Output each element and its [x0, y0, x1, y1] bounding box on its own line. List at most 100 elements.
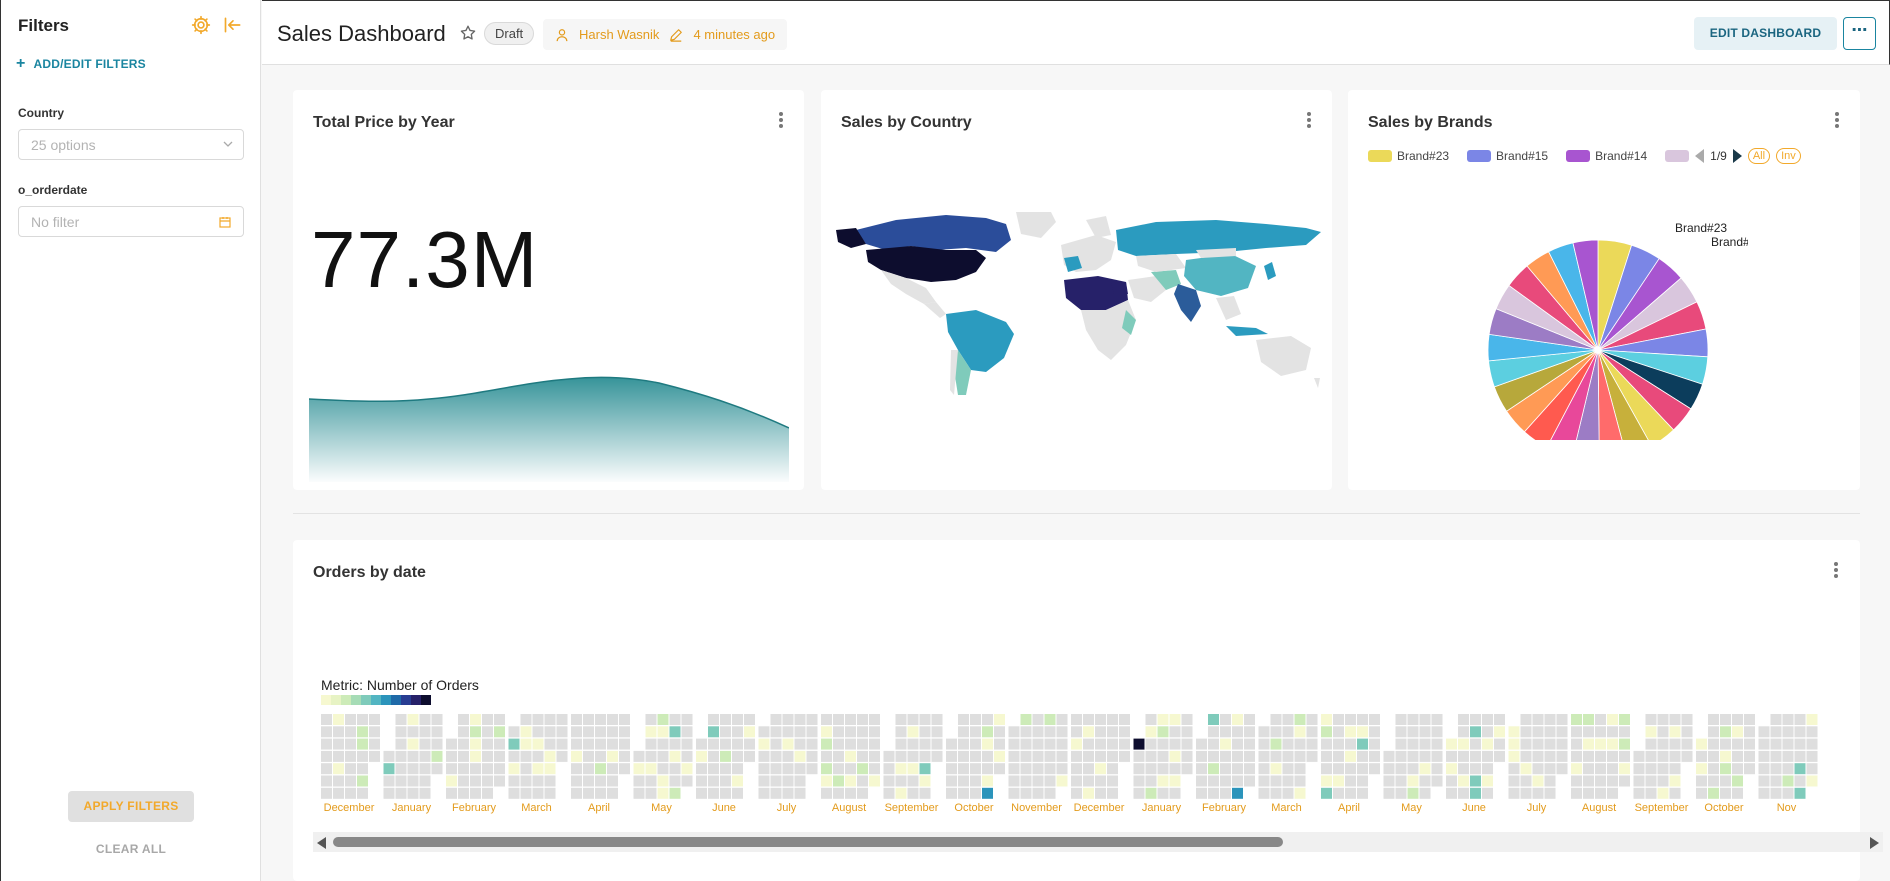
heatmap-day-cell[interactable]	[1232, 787, 1243, 799]
heatmap-day-cell[interactable]	[1196, 750, 1207, 762]
heatmap-day-cell[interactable]	[744, 726, 755, 738]
heatmap-day-cell[interactable]	[883, 763, 895, 775]
heatmap-day-cell[interactable]	[1232, 763, 1243, 775]
heatmap-day-cell[interactable]	[1270, 738, 1282, 750]
heatmap-day-cell[interactable]	[1794, 775, 1806, 787]
heatmap-day-cell[interactable]	[508, 775, 520, 787]
heatmap-day-cell[interactable]	[1571, 775, 1582, 787]
heatmap-day-cell[interactable]	[645, 726, 657, 738]
heatmap-day-cell[interactable]	[1270, 763, 1282, 775]
heatmap-day-cell[interactable]	[645, 738, 657, 750]
heatmap-day-cell[interactable]	[1419, 787, 1431, 799]
heatmap-day-cell[interactable]	[458, 726, 469, 738]
heatmap-day-cell[interactable]	[571, 738, 582, 750]
heatmap-day-cell[interactable]	[1321, 726, 1332, 738]
heatmap-day-cell[interactable]	[1508, 726, 1520, 738]
calendar-heatmap[interactable]	[321, 714, 1857, 800]
heatmap-day-cell[interactable]	[1107, 763, 1118, 775]
heatmap-day-cell[interactable]	[458, 738, 469, 750]
heatmap-day-cell[interactable]	[607, 787, 618, 799]
heatmap-day-cell[interactable]	[1107, 714, 1118, 725]
heatmap-day-cell[interactable]	[482, 763, 493, 775]
heatmap-day-cell[interactable]	[1369, 714, 1380, 725]
heatmap-day-cell[interactable]	[1532, 738, 1544, 750]
heatmap-day-cell[interactable]	[696, 763, 707, 775]
heatmap-day-cell[interactable]	[321, 787, 332, 799]
heatmap-day-cell[interactable]	[1544, 726, 1556, 738]
heatmap-day-cell[interactable]	[845, 738, 856, 750]
heatmap-day-cell[interactable]	[946, 763, 957, 775]
heatmap-day-cell[interactable]	[982, 763, 993, 775]
heatmap-day-cell[interactable]	[1008, 787, 1020, 799]
heatmap-day-cell[interactable]	[369, 738, 380, 750]
heatmap-day-cell[interactable]	[1395, 763, 1407, 775]
heatmap-day-cell[interactable]	[806, 738, 818, 750]
select-all-button[interactable]: All	[1747, 148, 1771, 164]
heatmap-day-cell[interactable]	[1306, 750, 1318, 762]
heatmap-day-cell[interactable]	[1782, 775, 1794, 787]
heatmap-day-cell[interactable]	[1157, 750, 1169, 762]
heatmap-day-cell[interactable]	[446, 787, 457, 799]
heatmap-day-cell[interactable]	[1708, 738, 1719, 750]
heatmap-day-cell[interactable]	[1458, 738, 1469, 750]
heatmap-day-cell[interactable]	[1095, 763, 1106, 775]
heatmap-day-cell[interactable]	[1270, 787, 1282, 799]
horizontal-scrollbar[interactable]	[313, 832, 1883, 852]
heatmap-day-cell[interactable]	[1431, 763, 1443, 775]
heatmap-day-cell[interactable]	[470, 763, 481, 775]
heatmap-day-cell[interactable]	[1294, 763, 1306, 775]
heatmap-day-cell[interactable]	[321, 750, 332, 762]
heatmap-day-cell[interactable]	[1333, 775, 1344, 787]
heatmap-day-cell[interactable]	[1669, 750, 1681, 762]
heatmap-day-cell[interactable]	[1145, 763, 1157, 775]
heatmap-day-cell[interactable]	[1520, 714, 1532, 725]
heatmap-day-cell[interactable]	[1669, 775, 1681, 787]
heatmap-day-cell[interactable]	[1008, 763, 1020, 775]
heatmap-day-cell[interactable]	[1220, 726, 1231, 738]
heatmap-day-cell[interactable]	[1044, 714, 1056, 725]
heatmap-day-cell[interactable]	[1133, 775, 1145, 787]
heatmap-day-cell[interactable]	[333, 738, 344, 750]
heatmap-day-cell[interactable]	[1071, 775, 1082, 787]
heatmap-day-cell[interactable]	[1595, 775, 1606, 787]
heatmap-day-cell[interactable]	[1458, 775, 1469, 787]
heatmap-day-cell[interactable]	[1083, 787, 1094, 799]
heatmap-day-cell[interactable]	[383, 775, 395, 787]
heatmap-day-cell[interactable]	[1758, 738, 1770, 750]
heatmap-day-cell[interactable]	[1357, 750, 1368, 762]
heatmap-day-cell[interactable]	[1357, 787, 1368, 799]
heatmap-day-cell[interactable]	[708, 763, 719, 775]
heatmap-day-cell[interactable]	[571, 763, 582, 775]
heatmap-day-cell[interactable]	[1794, 738, 1806, 750]
heatmap-day-cell[interactable]	[1607, 775, 1618, 787]
heatmap-day-cell[interactable]	[1732, 763, 1743, 775]
heatmap-day-cell[interactable]	[1470, 750, 1481, 762]
heatmap-day-cell[interactable]	[895, 726, 907, 738]
heatmap-day-cell[interactable]	[958, 738, 969, 750]
heatmap-day-cell[interactable]	[419, 763, 431, 775]
more-options-button[interactable]: ⋯	[1843, 17, 1876, 50]
heatmap-day-cell[interactable]	[571, 714, 582, 725]
heatmap-day-cell[interactable]	[1696, 775, 1707, 787]
heatmap-day-cell[interactable]	[744, 750, 755, 762]
heatmap-day-cell[interactable]	[1583, 726, 1594, 738]
heatmap-day-cell[interactable]	[482, 726, 493, 738]
heatmap-day-cell[interactable]	[919, 763, 931, 775]
heatmap-day-cell[interactable]	[1333, 763, 1344, 775]
heatmap-day-cell[interactable]	[833, 763, 844, 775]
heatmap-day-cell[interactable]	[1258, 775, 1270, 787]
heatmap-day-cell[interactable]	[1770, 726, 1782, 738]
heatmap-day-cell[interactable]	[1345, 714, 1356, 725]
heatmap-day-cell[interactable]	[758, 738, 770, 750]
heatmap-day-cell[interactable]	[383, 787, 395, 799]
heatmap-day-cell[interactable]	[1520, 726, 1532, 738]
heatmap-day-cell[interactable]	[1419, 750, 1431, 762]
heatmap-day-cell[interactable]	[1744, 750, 1755, 762]
heatmap-day-cell[interactable]	[931, 726, 943, 738]
heatmap-day-cell[interactable]	[369, 714, 380, 725]
heatmap-day-cell[interactable]	[732, 763, 743, 775]
heatmap-day-cell[interactable]	[357, 775, 368, 787]
heatmap-day-cell[interactable]	[1482, 714, 1493, 725]
heatmap-day-cell[interactable]	[1244, 750, 1255, 762]
heatmap-day-cell[interactable]	[681, 738, 693, 750]
